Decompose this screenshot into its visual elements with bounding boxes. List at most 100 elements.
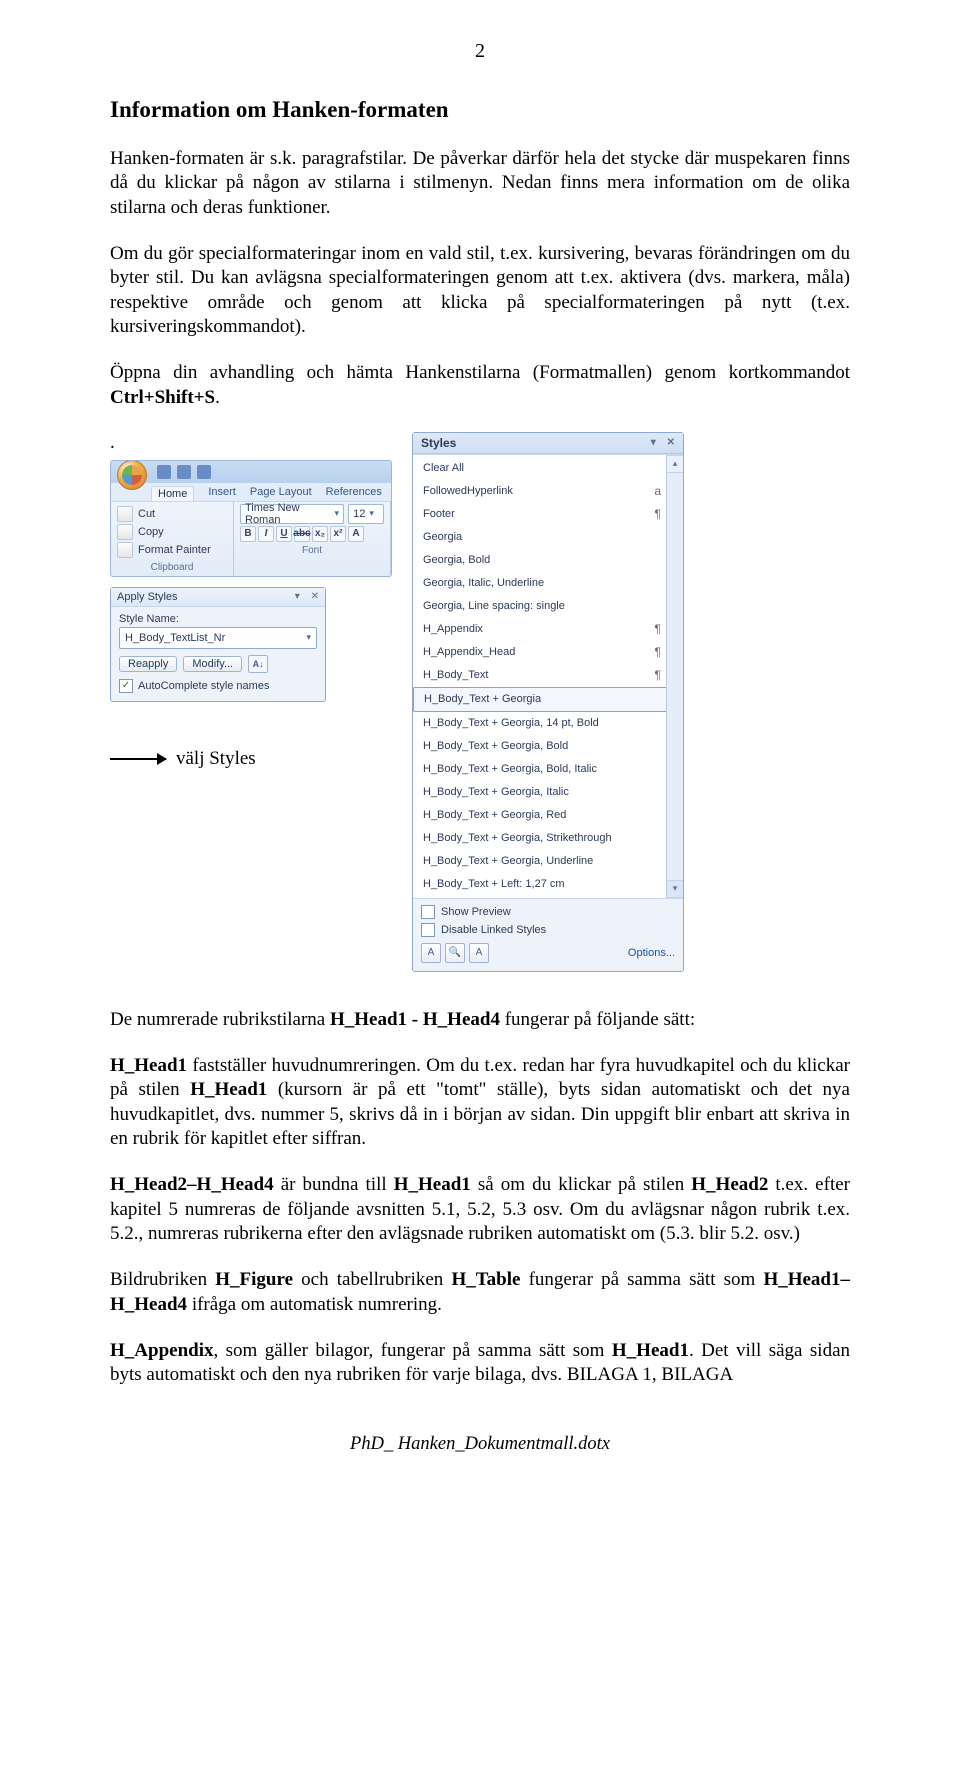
style-name-label: Style Name: (119, 613, 317, 625)
show-preview-checkbox[interactable] (421, 905, 435, 919)
paste-icon[interactable] (117, 524, 133, 540)
scrollbar[interactable]: ▴ ▾ (666, 455, 683, 898)
copy-label[interactable]: Copy (138, 526, 164, 538)
styles-task-pane: Styles ▾ ✕ Clear AllFollowedHyperlinkaFo… (412, 432, 684, 972)
tab-page-layout[interactable]: Page Layout (250, 486, 312, 501)
style-item-glyph: ¶ (647, 645, 661, 659)
style-item-glyph: a (647, 484, 661, 498)
reapply-button[interactable]: Reapply (119, 656, 177, 672)
scroll-track[interactable] (667, 473, 683, 880)
style-list-item[interactable]: H_Body_Text + Georgia, Bold, Italic (413, 758, 683, 781)
scroll-down-icon[interactable]: ▾ (667, 880, 683, 898)
chevron-down-icon[interactable]: ▾ (651, 437, 656, 448)
style-list-item[interactable]: H_Body_Text + Georgia, Bold (413, 735, 683, 758)
font-size-combo[interactable]: 12▾ (348, 504, 384, 524)
style-inspector-icon[interactable]: 🔍 (445, 943, 465, 963)
style-item-label: Clear All (423, 462, 464, 474)
tab-home[interactable]: Home (151, 486, 194, 501)
style-list-item[interactable]: H_Appendix_Head ¶ (413, 641, 683, 664)
style-list-item[interactable]: H_Body_Text + Georgia (413, 687, 683, 712)
group-font-label: Font (240, 545, 384, 556)
manage-styles-icon[interactable]: A (469, 943, 489, 963)
paragraph-hhead1: H_Head1 fastställer huvudnumreringen. Om… (110, 1054, 850, 1151)
scroll-up-icon[interactable]: ▴ (667, 455, 683, 473)
style-item-glyph: ¶ (647, 668, 661, 682)
underline-icon[interactable]: U (276, 526, 292, 542)
style-item-label: H_Body_Text (423, 669, 488, 681)
save-icon[interactable] (157, 465, 171, 479)
style-list-item[interactable]: Georgia, Italic, Underline (413, 572, 683, 595)
style-list-item[interactable]: H_Body_Text + Left: 1,27 cm (413, 873, 683, 896)
style-item-label: H_Body_Text + Georgia, Red (423, 809, 566, 821)
style-list-item[interactable]: H_Body_Text + Georgia, 14 pt, Bold (413, 712, 683, 735)
style-list-item[interactable]: H_Body_Text + Georgia, Underline (413, 850, 683, 873)
paragraph-1: Hanken-formaten är s.k. paragrafstilar. … (110, 147, 850, 220)
style-item-label: H_Body_Text + Georgia, Italic (423, 786, 569, 798)
chevron-down-icon: ▾ (306, 632, 311, 643)
style-list-item[interactable]: FollowedHyperlink a (413, 480, 683, 503)
font-color-icon[interactable]: A (348, 526, 364, 542)
style-list-item[interactable]: Georgia (413, 526, 683, 549)
undo-icon[interactable] (177, 465, 191, 479)
style-list-item[interactable]: Footer¶ (413, 503, 683, 526)
arrow-icon (110, 758, 166, 760)
style-list-item[interactable]: H_Body_Text + Georgia, Red (413, 804, 683, 827)
paragraph-hhead2-4: H_Head2–H_Head4 är bundna till H_Head1 s… (110, 1173, 850, 1246)
style-item-label: H_Body_Text + Left: 1,27 cm (423, 878, 565, 890)
style-item-glyph: ¶ (647, 507, 661, 521)
chevron-down-icon[interactable]: ▾ (295, 591, 300, 602)
paragraph-3c: . (215, 387, 220, 408)
show-preview-label: Show Preview (441, 906, 511, 918)
style-list-item[interactable]: Georgia, Line spacing: single (413, 595, 683, 618)
paragraph-3b: Ctrl+Shift+S (110, 387, 215, 408)
style-list-item[interactable]: Clear All (413, 457, 683, 480)
dot-label: . (110, 432, 392, 454)
style-list-item[interactable]: H_Body_Text ¶ (413, 664, 683, 687)
format-painter-icon[interactable] (117, 542, 133, 558)
cut-label[interactable]: Cut (138, 508, 155, 520)
tab-insert[interactable]: Insert (208, 486, 236, 501)
options-link[interactable]: Options... (628, 947, 675, 959)
new-style-icon[interactable]: A (421, 943, 441, 963)
style-item-label: Georgia, Italic, Underline (423, 577, 544, 589)
bold-icon[interactable]: B (240, 526, 256, 542)
style-item-label: H_Appendix_Head (423, 646, 515, 658)
disable-linked-checkbox[interactable] (421, 923, 435, 937)
paragraph-happendix: H_Appendix, som gäller bilagor, fungerar… (110, 1339, 850, 1388)
modify-button[interactable]: Modify... (183, 656, 242, 672)
redo-icon[interactable] (197, 465, 211, 479)
style-item-label: H_Body_Text + Georgia (424, 693, 541, 705)
cut-icon[interactable] (117, 506, 133, 522)
group-clipboard: Cut Copy Format Painter Clipboard (111, 502, 234, 576)
style-item-label: Georgia, Bold (423, 554, 490, 566)
paragraph-hfigure-htable: Bildrubriken H_Figure och tabellrubriken… (110, 1268, 850, 1317)
font-name-combo[interactable]: Times New Roman▾ (240, 504, 344, 524)
style-list-item[interactable]: H_Body_Text + Georgia, Italic (413, 781, 683, 804)
styles-aa-icon[interactable]: A↓ (248, 655, 268, 673)
style-name-combo[interactable]: H_Body_TextList_Nr ▾ (119, 627, 317, 649)
autocomplete-checkbox[interactable]: ✓ (119, 679, 133, 693)
autocomplete-label: AutoComplete style names (138, 680, 269, 692)
subscript-icon[interactable]: x₂ (312, 526, 328, 542)
group-font: Times New Roman▾ 12▾ B I U abc x₂ x² A (234, 502, 391, 576)
word-ribbon: Home Insert Page Layout References Cut C… (110, 460, 392, 577)
tab-references[interactable]: References (326, 486, 382, 501)
office-button-icon[interactable] (117, 460, 147, 490)
page-title: Information om Hanken-formaten (110, 97, 850, 123)
style-name-value: H_Body_TextList_Nr (125, 632, 225, 644)
style-list-item[interactable]: Georgia, Bold (413, 549, 683, 572)
style-item-label: FollowedHyperlink (423, 485, 513, 497)
superscript-icon[interactable]: x² (330, 526, 346, 542)
strike-icon[interactable]: abc (294, 526, 310, 542)
close-icon[interactable]: ✕ (311, 591, 319, 602)
format-painter-label[interactable]: Format Painter (138, 544, 211, 556)
style-item-glyph: ¶ (647, 622, 661, 636)
paragraph-3a: Öppna din avhandling och hämta Hankensti… (110, 362, 850, 383)
italic-icon[interactable]: I (258, 526, 274, 542)
group-clipboard-label: Clipboard (117, 562, 227, 573)
footer-filename: PhD_ Hanken_Dokumentmall.dotx (110, 1434, 850, 1455)
styles-pane-title: Styles (421, 436, 456, 450)
style-list-item[interactable]: H_Appendix¶ (413, 618, 683, 641)
style-list-item[interactable]: H_Body_Text + Georgia, Strikethrough (413, 827, 683, 850)
close-icon[interactable]: ✕ (667, 437, 675, 448)
